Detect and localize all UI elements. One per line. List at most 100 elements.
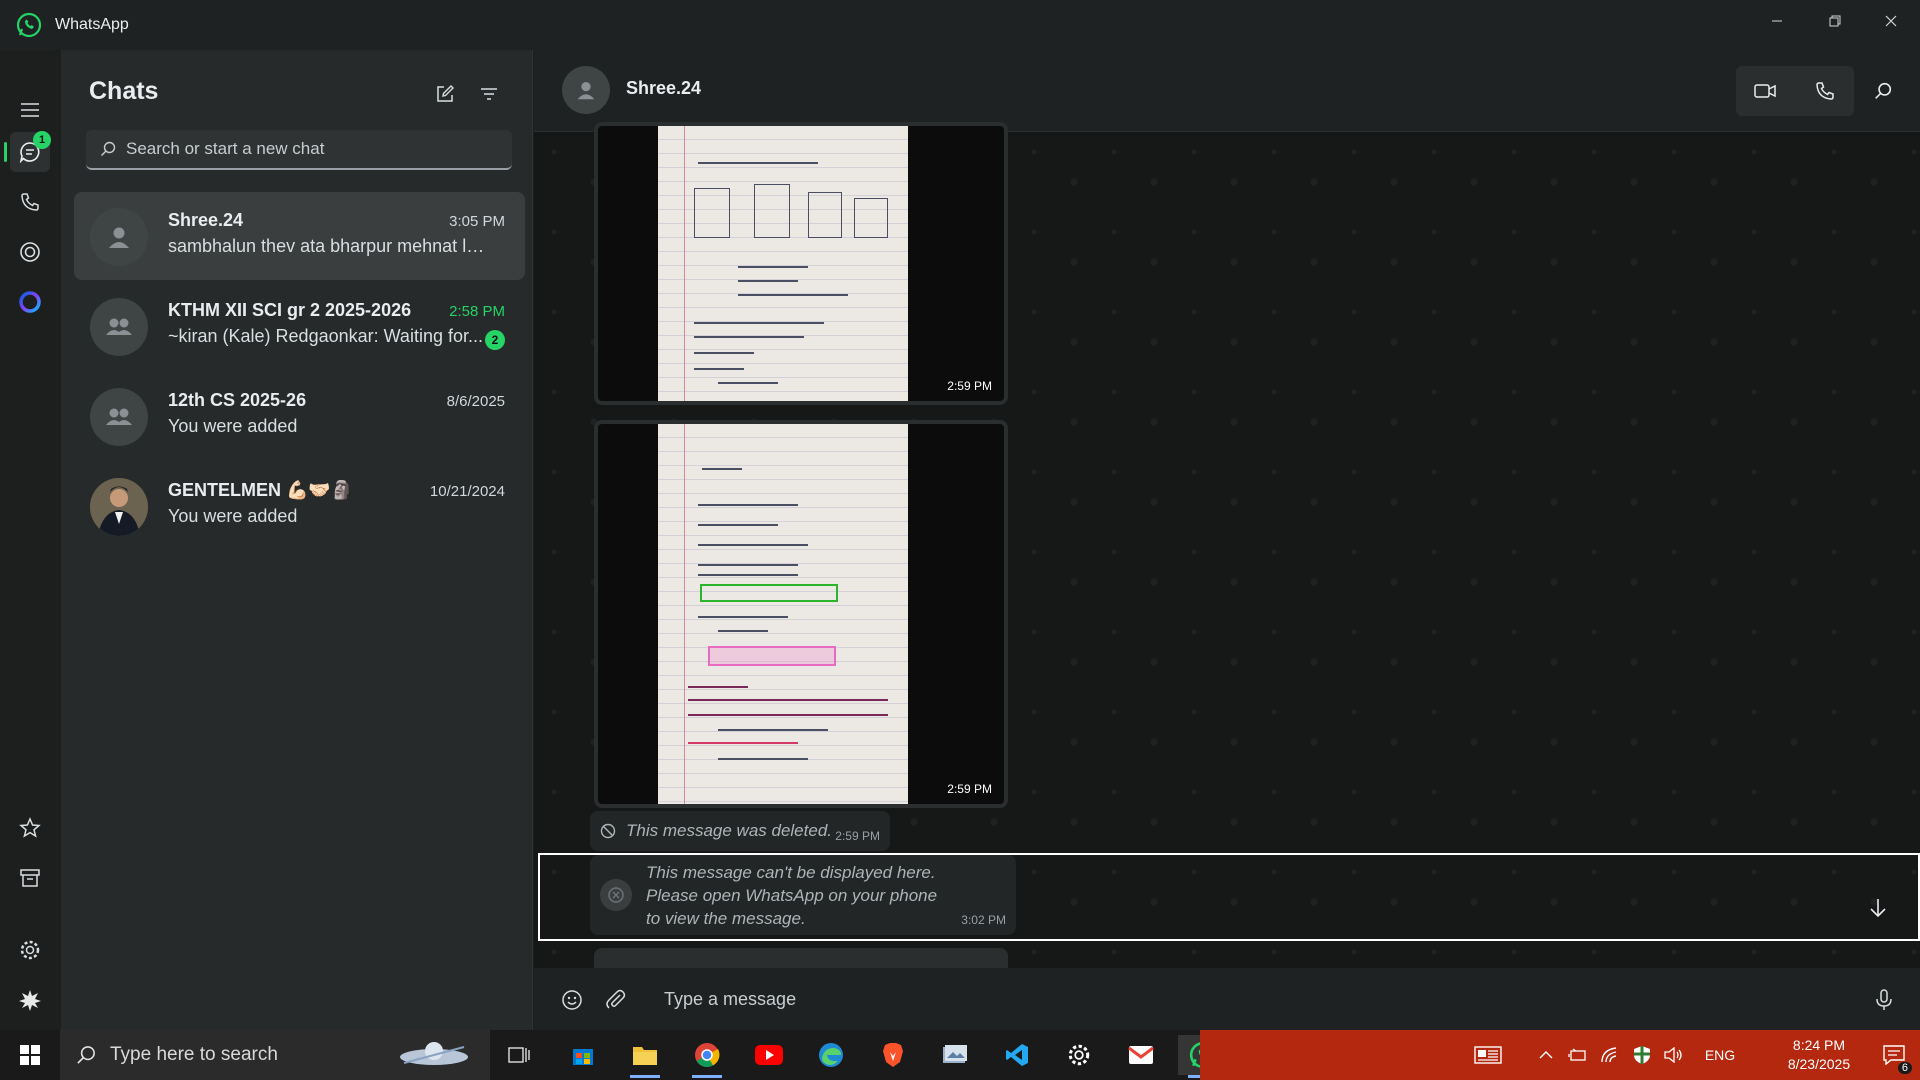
show-hidden-icons-button[interactable] [1534, 1042, 1558, 1068]
calls-nav-button[interactable] [10, 182, 50, 222]
vscode-icon [1006, 1044, 1028, 1066]
navigation-rail: 1 [0, 50, 61, 1030]
filter-button[interactable] [471, 76, 507, 112]
youtube-button[interactable] [744, 1035, 794, 1075]
notebook-page [658, 424, 908, 804]
chat-last-message: You were added [168, 416, 298, 436]
contact-avatar[interactable] [562, 66, 610, 114]
brave-icon [883, 1043, 903, 1067]
group-photo-avatar [90, 478, 148, 536]
chat-last-message: You were added [168, 506, 298, 526]
clock-button[interactable]: 8:24 PM 8/23/2025 [1774, 1036, 1864, 1074]
brave-button[interactable] [868, 1035, 918, 1075]
message-image[interactable]: 2:59 PM [598, 126, 1004, 401]
unsupported-message[interactable]: This message can't be displayed here. Pl… [590, 855, 1016, 935]
app-title: WhatsApp [55, 16, 129, 33]
network-button[interactable] [1598, 1042, 1622, 1068]
chat-item-gentelmen[interactable]: GENTELMEN 💪🏻🤝🏻🗿 10/21/2024 You were adde… [74, 462, 525, 550]
file-explorer-button[interactable] [620, 1035, 670, 1078]
minimize-button[interactable] [1748, 0, 1806, 42]
menu-button[interactable] [10, 90, 50, 130]
archived-button[interactable] [10, 858, 50, 898]
windows-taskbar: Type here to search 1 [0, 1030, 1920, 1080]
gear-icon [20, 940, 40, 960]
chat-name: Shree.24 [168, 210, 244, 230]
task-view-button[interactable] [494, 1035, 544, 1075]
group-photo [90, 478, 148, 536]
deleted-message-text: This message was deleted. [626, 821, 832, 840]
starred-button[interactable] [10, 808, 50, 848]
search-box[interactable] [86, 130, 512, 170]
vscode-button[interactable] [992, 1035, 1042, 1075]
chat-last-message: ~kiran (Kale) Redgaonkar: Waiting for... [168, 326, 483, 346]
search-in-chat-button[interactable] [1858, 66, 1908, 116]
gmail-icon [1128, 1046, 1154, 1064]
group-icon [106, 318, 132, 335]
emoji-button[interactable] [550, 978, 594, 1022]
profile-avatar-icon [19, 990, 41, 1011]
person-icon [577, 81, 595, 100]
group-avatar [90, 388, 148, 446]
battery-button[interactable] [1566, 1042, 1590, 1068]
chat-item-shree24[interactable]: Shree.24 3:05 PM sambhalun thev ata bhar… [74, 192, 525, 280]
filter-icon [481, 88, 497, 100]
taskbar-search-placeholder: Type here to search [110, 1044, 278, 1065]
meta-ai-button[interactable] [10, 282, 50, 322]
profile-button[interactable] [10, 980, 50, 1020]
message-list[interactable]: 2:59 PM 2:59 PM This message was deleted… [534, 122, 1920, 978]
gear-icon [1068, 1044, 1090, 1066]
chat-item-kthm-xii-sci[interactable]: KTHM XII SCI gr 2 2025-2026 2:58 PM ~kir… [74, 282, 525, 370]
input-language-button[interactable]: ENG [1700, 1042, 1740, 1068]
news-widget-button[interactable] [1468, 1042, 1508, 1068]
scroll-to-bottom-button[interactable] [1856, 886, 1900, 930]
attach-button[interactable] [594, 978, 638, 1022]
voice-message-button[interactable] [1862, 978, 1906, 1022]
search-input[interactable] [126, 139, 512, 159]
video-camera-icon [1754, 84, 1776, 98]
photos-button[interactable] [930, 1035, 980, 1075]
chat-item-12th-cs[interactable]: 12th CS 2025-26 8/6/2025 You were added [74, 372, 525, 460]
volume-button[interactable] [1662, 1042, 1686, 1068]
status-nav-button[interactable] [10, 232, 50, 272]
person-icon [109, 227, 129, 248]
image-message[interactable]: 2:59 PM [594, 122, 1008, 405]
speaker-icon [1664, 1047, 1682, 1063]
message-image[interactable]: 2:59 PM [598, 424, 1004, 804]
deleted-message[interactable]: This message was deleted. 2:59 PM [590, 811, 890, 851]
chats-unread-badge: 1 [33, 131, 51, 149]
video-call-button[interactable] [1740, 66, 1790, 116]
chat-time: 2:58 PM [449, 303, 505, 320]
image-message[interactable]: 2:59 PM [594, 420, 1008, 808]
chat-name: KTHM XII SCI gr 2 2025-2026 [168, 300, 412, 320]
chat-time: 8/6/2025 [446, 393, 505, 410]
chrome-button[interactable] [682, 1035, 732, 1078]
start-button[interactable] [5, 1035, 55, 1075]
notebook-page [658, 126, 908, 401]
contact-name[interactable]: Shree.24 [626, 78, 701, 99]
wifi-icon [1601, 1047, 1617, 1063]
windows-logo-icon [20, 1045, 40, 1065]
restore-button[interactable] [1806, 0, 1864, 42]
microsoft-store-button[interactable] [558, 1035, 608, 1075]
system-tray: ENG 8:24 PM 8/23/2025 6 [1200, 1030, 1920, 1080]
chat-time: 3:05 PM [449, 213, 505, 230]
folder-icon [633, 1047, 657, 1065]
edge-icon [819, 1043, 843, 1067]
settings-app-button[interactable] [1054, 1035, 1104, 1075]
edge-button[interactable] [806, 1035, 856, 1075]
active-indicator [4, 142, 7, 162]
gmail-button[interactable] [1116, 1035, 1166, 1075]
close-button[interactable] [1862, 0, 1920, 42]
close-icon [1885, 15, 1897, 27]
notifications-button[interactable]: 6 [1876, 1042, 1912, 1074]
security-button[interactable] [1630, 1042, 1654, 1068]
voice-call-button[interactable] [1800, 66, 1850, 116]
search-icon [100, 140, 118, 158]
photos-icon [943, 1045, 967, 1063]
taskbar-search[interactable]: Type here to search [60, 1030, 490, 1080]
message-time: 2:59 PM [947, 379, 992, 393]
title-bar: WhatsApp [0, 0, 1920, 50]
new-chat-button[interactable] [427, 76, 463, 112]
message-input[interactable] [664, 980, 1804, 1018]
settings-button[interactable] [10, 930, 50, 970]
